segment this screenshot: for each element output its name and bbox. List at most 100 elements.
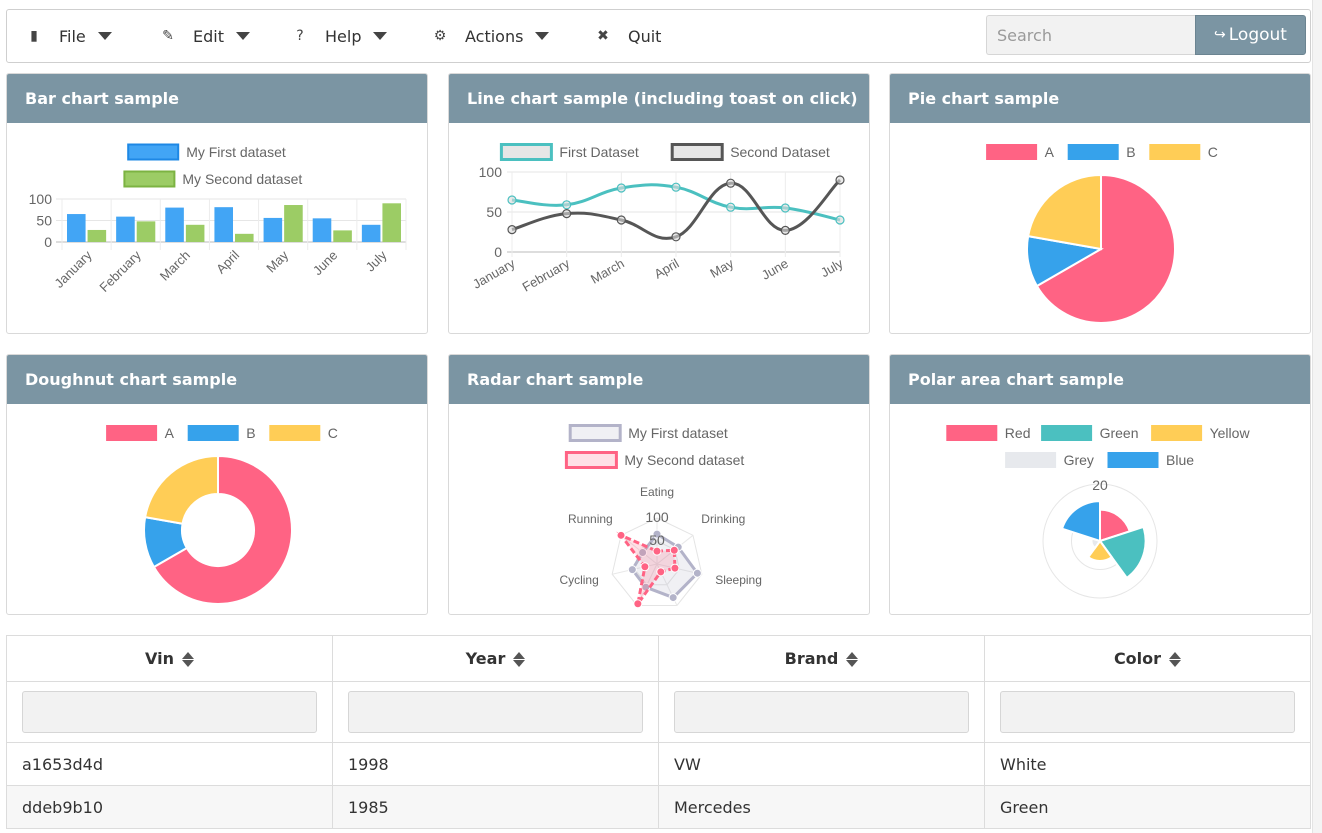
data-point (633, 599, 643, 609)
cell-year: 1998 (332, 742, 659, 786)
data-point (652, 546, 662, 556)
bar (87, 229, 107, 242)
x-tick-label: July (363, 247, 390, 274)
line-chart[interactable]: First Dataset Second Dataset 0 50 100 January… (449, 123, 870, 333)
column-header-color[interactable]: Color (984, 635, 1311, 682)
table-row[interactable]: ddeb9b10 1985 Mercedes Green (6, 785, 1311, 829)
caret-down-icon (235, 32, 250, 40)
legend-swatch (1107, 452, 1159, 468)
page-scrollbar[interactable] (1312, 0, 1322, 833)
y-tick-label: 50 (486, 204, 502, 220)
cell-vin: ddeb9b10 (6, 785, 333, 829)
radar-axis-label: Sleeping (715, 573, 762, 587)
radar-chart-panel: Radar chart sample My First dataset My Se… (448, 354, 870, 615)
data-point (562, 208, 572, 219)
legend-label: Blue (1166, 452, 1194, 468)
doughnut-chart[interactable]: A B C (7, 404, 428, 614)
polar-area-chart[interactable]: Red Green Yellow Grey Blue 20 (890, 404, 1311, 614)
panel-title: Pie chart sample (890, 74, 1310, 123)
filter-brand-input[interactable] (674, 691, 969, 733)
y-tick-label: 0 (44, 234, 52, 250)
x-tick-label: January (470, 255, 518, 291)
data-point (780, 203, 790, 213)
data-point (726, 202, 736, 212)
menu-help-label: Help (325, 26, 362, 46)
radar-chart[interactable]: My First dataset My Second dataset Eating D… (449, 404, 870, 614)
legend-label: C (1208, 144, 1218, 160)
menu-quit[interactable]: ✖ Quit (596, 10, 661, 62)
filter-color-input[interactable] (1000, 691, 1295, 733)
legend-label: Red (1005, 425, 1031, 441)
x-tick-label: February (520, 255, 573, 294)
polar-chart-panel: Polar area chart sample Red Green Yellow Gr… (889, 354, 1311, 615)
doughnut-chart-panel: Doughnut chart sample A B C (6, 354, 428, 615)
logout-label: Logout (1228, 25, 1287, 45)
column-header-year[interactable]: Year (332, 635, 659, 682)
sort-icon[interactable] (846, 652, 859, 667)
x-tick-label: May (707, 255, 736, 281)
menu-actions-label: Actions (465, 26, 524, 46)
menu-file-label: File (59, 26, 86, 46)
panel-title: Line chart sample (including toast on cl… (449, 74, 869, 123)
legend-swatch (564, 451, 618, 469)
column-header-vin[interactable]: Vin (6, 635, 333, 682)
question-icon: ? (296, 28, 304, 44)
panel-title: Doughnut chart sample (7, 355, 427, 404)
menu-file[interactable]: ▮ File (27, 10, 112, 62)
x-tick-label: June (310, 248, 341, 279)
legend-swatch (1005, 452, 1057, 468)
pie-chart[interactable]: A B C (890, 123, 1311, 333)
legend-swatch (986, 144, 1038, 160)
bar (284, 205, 303, 242)
bar-chart[interactable]: My First dataset My Second dataset 0 50 100 J… (7, 123, 428, 333)
legend-label: My First dataset (186, 144, 286, 160)
radar-axis-label: Drinking (701, 512, 745, 526)
table-row[interactable]: a1653d4d 1998 VW White (6, 742, 1311, 786)
filter-vin-input[interactable] (22, 691, 317, 733)
sort-icon[interactable] (181, 652, 194, 667)
data-point (640, 562, 650, 572)
radar-axis-label: Cycling (559, 573, 598, 587)
legend-swatch (670, 143, 724, 161)
sort-icon[interactable] (513, 652, 526, 667)
sort-icon[interactable] (1169, 652, 1182, 667)
data-point (562, 200, 572, 210)
bar (263, 217, 283, 242)
menu-edit[interactable]: ✎ Edit (161, 10, 250, 62)
radar-axis-label: Eating (640, 485, 674, 499)
pie-slice (143, 454, 219, 525)
data-point (835, 215, 845, 225)
column-label: Year (465, 649, 506, 668)
column-header-brand[interactable]: Brand (658, 635, 985, 682)
legend-swatch (1149, 144, 1201, 160)
y-tick-label: 50 (36, 213, 52, 229)
menubar: ▮ File ✎ Edit ? Help ⚙ Actions ✖ Quit ↪ … (6, 9, 1311, 63)
pencil-icon: ✎ (162, 28, 174, 44)
menu-actions[interactable]: ⚙ Actions (433, 10, 550, 62)
legend-swatch (568, 424, 622, 442)
column-label: Color (1113, 649, 1162, 668)
data-point (671, 232, 681, 242)
data-point (507, 224, 517, 235)
legend-label: Green (1100, 425, 1139, 441)
y-tick-label: 100 (29, 191, 53, 207)
data-point (670, 563, 680, 573)
bar (235, 233, 254, 242)
caret-down-icon (373, 32, 388, 40)
menu-help[interactable]: ? Help (293, 10, 388, 62)
r-tick-label: 20 (1092, 477, 1108, 493)
legend-label: First Dataset (559, 144, 638, 160)
search-input[interactable] (986, 15, 1196, 55)
logout-button[interactable]: ↪ Logout (1195, 15, 1306, 55)
cars-table: Vin Year Brand Color a1653d4d 1998 VW Wh… (6, 635, 1311, 829)
filter-year-input[interactable] (348, 691, 643, 733)
x-tick-label: March (157, 248, 193, 284)
line-chart-panel: Line chart sample (including toast on cl… (448, 73, 870, 334)
legend-label: My Second dataset (624, 452, 744, 468)
bar (116, 216, 135, 242)
data-point (780, 225, 790, 236)
x-tick-label: June (759, 256, 791, 283)
x-tick-label: July (818, 255, 846, 280)
cell-year: 1985 (332, 785, 659, 829)
legend-label: Second Dataset (730, 144, 830, 160)
